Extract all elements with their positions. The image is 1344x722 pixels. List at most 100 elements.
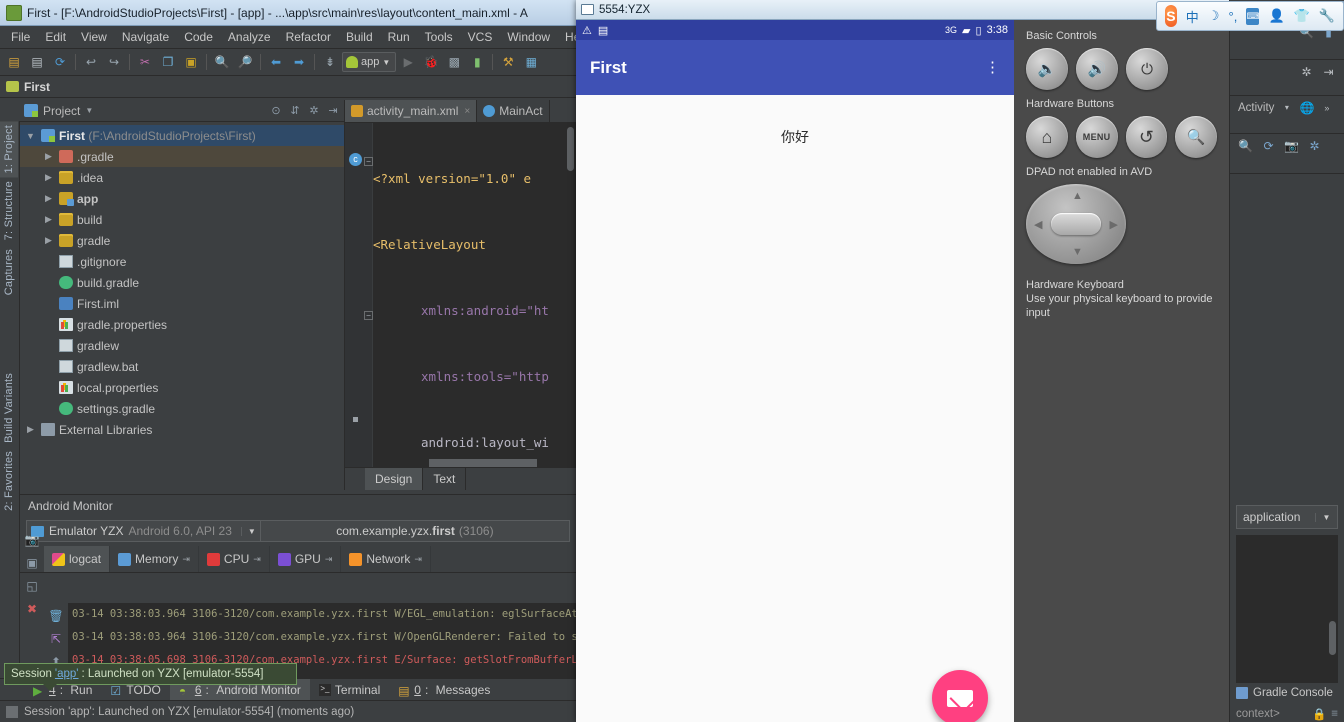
right-console-output[interactable] (1236, 535, 1338, 683)
ime-language-toggle[interactable]: 中 (1186, 8, 1199, 25)
chevrons-icon[interactable]: » (1319, 100, 1334, 115)
editor-scrollbar[interactable] (567, 127, 574, 171)
tree-item-first-iml[interactable]: First.iml (20, 293, 344, 314)
tab-network[interactable]: Network ⇥ (341, 546, 431, 572)
ime-punctuation-icon[interactable]: °, (1228, 8, 1238, 25)
breadcrumb-project[interactable]: First (24, 80, 50, 94)
globe-icon[interactable]: 🌐 (1299, 100, 1314, 115)
sdk-icon[interactable]: ▦ (520, 51, 542, 73)
chevron-right-icon[interactable]: ▶ (42, 193, 55, 204)
skin-icon[interactable]: 👕 (1294, 8, 1310, 25)
refresh-icon[interactable]: ⟳ (1261, 138, 1276, 153)
copy-icon[interactable]: ❐ (157, 51, 179, 73)
tree-item-gradle-dir[interactable]: ▶ .gradle (20, 146, 344, 167)
lock-icon[interactable]: 🔒 (1312, 707, 1326, 721)
dpad-down-icon[interactable]: ▼ (1072, 246, 1083, 258)
tree-item-build[interactable]: ▶ build (20, 209, 344, 230)
menu-refactor[interactable]: Refactor (279, 28, 338, 46)
console-scrollbar[interactable] (1329, 621, 1336, 655)
tree-item-gradlew-bat[interactable]: gradlew.bat (20, 356, 344, 377)
find-icon[interactable]: 🔍 (211, 51, 233, 73)
collapse-all-icon[interactable]: ⇵ (288, 104, 302, 118)
detach-icon[interactable]: ⇥ (325, 554, 333, 565)
menu-analyze[interactable]: Analyze (221, 28, 278, 46)
search-button[interactable]: 🔍 (1175, 116, 1217, 158)
terminate-icon[interactable]: ✖ (22, 599, 42, 619)
tab-memory[interactable]: Memory ⇥ (110, 546, 199, 572)
menu-button[interactable]: MENU (1075, 116, 1118, 158)
menu-help[interactable]: Help (558, 28, 576, 46)
keyboard-icon[interactable]: ⌨ (1246, 7, 1260, 25)
tree-item-build-gradle[interactable]: build.gradle (20, 272, 344, 293)
back-button[interactable]: ↺ (1125, 116, 1168, 158)
tab-cpu[interactable]: CPU ⇥ (199, 546, 270, 572)
forward-icon[interactable]: ➡ (288, 51, 310, 73)
run-configuration-selector[interactable]: app ▼ (342, 52, 397, 72)
volume-up-button[interactable]: 🔊 (1076, 48, 1118, 90)
tree-item-idea[interactable]: ▶ .idea (20, 167, 344, 188)
tab-activity-main-xml[interactable]: activity_main.xml × (345, 100, 478, 122)
chevron-right-icon[interactable]: ▶ (42, 235, 55, 246)
chevron-right-icon[interactable]: ▶ (24, 424, 37, 435)
tree-item-external-libraries[interactable]: ▶ External Libraries (20, 419, 344, 440)
cut-icon[interactable]: ✂ (134, 51, 156, 73)
menu-edit[interactable]: Edit (38, 28, 73, 46)
tree-item-app[interactable]: ▶ app (20, 188, 344, 209)
volume-down-button[interactable]: 🔈 (1026, 48, 1068, 90)
sogou-logo-icon[interactable]: S (1165, 5, 1177, 27)
screen-record-icon[interactable]: ▣ (22, 553, 42, 573)
status-toggle-icon[interactable] (6, 705, 18, 718)
undo-icon[interactable]: ↩ (80, 51, 102, 73)
dpad-left-icon[interactable]: ◀ (1034, 218, 1042, 231)
back-icon[interactable]: ⬅ (265, 51, 287, 73)
tree-item-local-properties[interactable]: local.properties (20, 377, 344, 398)
collapse-icon[interactable]: ⇥ (1321, 64, 1336, 79)
balloon-app-link[interactable]: 'app' (55, 668, 79, 680)
chevron-right-icon[interactable]: ▶ (42, 172, 55, 183)
power-button[interactable]: ⏻ (1126, 48, 1168, 90)
tree-item-gitignore[interactable]: .gitignore (20, 251, 344, 272)
email-fab[interactable] (932, 670, 988, 722)
ime-mode-icon[interactable]: ☽ (1208, 8, 1220, 25)
bottom-tab-terminal[interactable]: >_ Terminal (310, 679, 389, 701)
avd-manager-icon[interactable]: ⚒ (497, 51, 519, 73)
menu-window[interactable]: Window (500, 28, 557, 46)
device-selector[interactable]: Emulator YZX Android 6.0, API 23 ▼ (26, 520, 261, 542)
hide-panel-icon[interactable]: ⇥ (326, 104, 340, 118)
chevron-down-icon[interactable]: ▼ (240, 526, 256, 536)
tree-item-first[interactable]: ▼ First (F:\AndroidStudioProjects\First) (20, 125, 344, 146)
screenshot-icon[interactable]: 📷 (22, 530, 42, 550)
menu-vcs[interactable]: VCS (461, 28, 500, 46)
debug-icon[interactable]: 🐞 (420, 51, 442, 73)
editor-hscrollbar[interactable] (429, 459, 537, 467)
tree-item-gradle[interactable]: ▶ gradle (20, 230, 344, 251)
save-all-icon[interactable]: ▤ (26, 51, 48, 73)
detach-icon[interactable]: ⇥ (253, 554, 261, 565)
trash-icon[interactable]: 🗑 (46, 606, 66, 626)
profiler-icon[interactable]: ▮ (466, 51, 488, 73)
sidebar-item-project[interactable]: 1: Project (0, 121, 18, 178)
menu-run[interactable]: Run (381, 28, 417, 46)
menu-file[interactable]: File (4, 28, 37, 46)
overflow-menu-icon[interactable]: ⋮ (985, 60, 1000, 75)
detach-icon[interactable]: ⇥ (414, 554, 422, 565)
find-usages-icon[interactable]: 🔎 (234, 51, 256, 73)
tab-main-activity[interactable]: MainAct (477, 100, 550, 122)
zoom-icon[interactable]: 🔍 (1238, 138, 1253, 153)
tree-item-settings-gradle[interactable]: settings.gradle (20, 398, 344, 419)
settings-gear-icon[interactable]: ✲ (307, 104, 321, 118)
menu-code[interactable]: Code (177, 28, 220, 46)
chevron-down-icon[interactable]: ▼ (24, 131, 37, 141)
sdk-manager-icon[interactable]: ⇟ (319, 51, 341, 73)
fold-marker-icon[interactable]: − (364, 157, 373, 166)
tree-item-gradle-properties[interactable]: gradle.properties (20, 314, 344, 335)
editor-gutter[interactable]: c − − (345, 123, 373, 467)
bottom-tab-messages[interactable]: ▤ 0: Messages (389, 679, 499, 701)
tab-logcat[interactable]: logcat (44, 546, 111, 572)
camera-icon[interactable]: 📷 (1284, 138, 1299, 153)
sidebar-item-favorites[interactable]: 2: Favorites (0, 447, 18, 515)
sidebar-item-captures[interactable]: Captures (0, 245, 18, 299)
fold-marker-icon[interactable]: − (364, 311, 373, 320)
sidebar-item-structure[interactable]: 7: Structure (0, 177, 18, 244)
paste-icon[interactable]: ▣ (180, 51, 202, 73)
